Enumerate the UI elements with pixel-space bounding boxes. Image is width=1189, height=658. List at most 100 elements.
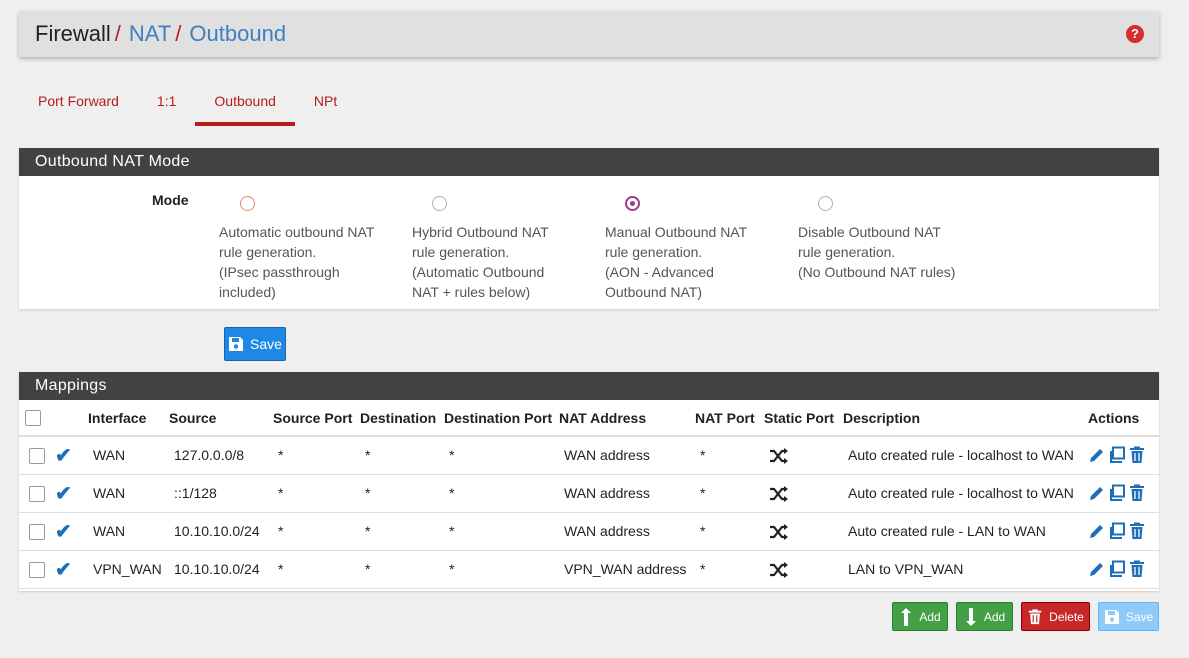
edit-pencil-icon[interactable] <box>1088 484 1106 502</box>
save-mappings-label: Save <box>1125 609 1154 624</box>
mode-text-line: NAT + rules below) <box>412 284 531 300</box>
tab-one-to-one[interactable]: 1:1 <box>138 84 195 126</box>
mode-text-line: (No Outbound NAT rules) <box>798 264 956 280</box>
delete-button[interactable]: Delete <box>1021 602 1090 631</box>
mappings-panel-title: Mappings <box>19 372 1159 400</box>
shuffle-icon <box>770 523 788 540</box>
row-actions <box>1088 446 1146 464</box>
trash-icon[interactable] <box>1128 484 1146 502</box>
mode-text-automatic: Automatic outbound NAT rule generation. … <box>219 222 399 302</box>
mode-radio-automatic[interactable] <box>240 196 255 211</box>
edit-pencil-icon[interactable] <box>1088 560 1106 578</box>
col-static-port: Static Port <box>764 400 843 437</box>
save-mappings-button[interactable]: Save <box>1098 602 1159 631</box>
breadcrumb-nat-link[interactable]: NAT <box>129 21 171 46</box>
mode-text-line: Disable Outbound NAT <box>798 224 941 240</box>
tab-outbound[interactable]: Outbound <box>195 84 295 126</box>
table-header-row: Interface Source Source Port Destination… <box>19 400 1159 437</box>
mode-text-line: Outbound NAT) <box>605 284 703 300</box>
save-mode-button[interactable]: Save <box>224 327 286 361</box>
shuffle-icon <box>770 561 788 578</box>
mappings-panel: Mappings Interface Source Source Port De… <box>19 372 1159 591</box>
cell-destination-port: * <box>444 474 559 513</box>
col-nat-address: NAT Address <box>559 400 695 437</box>
copy-icon[interactable] <box>1108 560 1126 578</box>
outbound-nat-mode-panel: Outbound NAT Mode Mode Automatic outboun… <box>19 148 1159 309</box>
save-mode-label: Save <box>250 336 282 352</box>
row-checkbox[interactable] <box>29 447 45 464</box>
cell-source-port: * <box>273 550 360 589</box>
cell-destination: * <box>360 512 444 551</box>
mode-radio-disable[interactable] <box>818 196 833 211</box>
table-row[interactable]: ✔ WAN 10.10.10.0/24 * * * WAN address * … <box>19 512 1159 551</box>
add-top-label: Add <box>919 609 941 624</box>
cell-source: 10.10.10.0/24 <box>169 512 273 551</box>
cell-nat-port: * <box>695 512 764 551</box>
select-all-checkbox[interactable] <box>25 410 41 427</box>
cell-source: 127.0.0.0/8 <box>169 436 273 475</box>
cell-destination: * <box>360 550 444 589</box>
trash-icon[interactable] <box>1128 522 1146 540</box>
copy-icon[interactable] <box>1108 522 1126 540</box>
cell-description: Auto created rule - LAN to WAN <box>843 512 1088 551</box>
breadcrumb-separator: / <box>175 21 182 46</box>
edit-pencil-icon[interactable] <box>1088 522 1106 540</box>
cell-source-port: * <box>273 436 360 475</box>
enabled-check-icon[interactable]: ✔ <box>55 483 72 505</box>
cell-nat-address: WAN address <box>559 512 695 551</box>
mode-text-manual: Manual Outbound NAT rule generation. (AO… <box>605 222 785 302</box>
cell-interface: WAN <box>88 436 169 475</box>
col-destination-port: Destination Port <box>444 400 559 437</box>
add-bottom-label: Add <box>983 609 1006 624</box>
mode-label: Mode <box>152 192 189 208</box>
row-checkbox[interactable] <box>29 523 45 540</box>
row-actions <box>1088 560 1146 578</box>
copy-icon[interactable] <box>1108 484 1126 502</box>
mode-text-line: rule generation. <box>219 244 317 260</box>
mode-panel-title: Outbound NAT Mode <box>19 148 1159 176</box>
help-icon[interactable]: ? <box>1126 25 1144 43</box>
shuffle-icon <box>770 447 788 464</box>
arrow-up-icon <box>901 607 912 626</box>
breadcrumb-separator: / <box>114 21 121 46</box>
enabled-check-icon[interactable]: ✔ <box>55 445 72 467</box>
table-row[interactable]: ✔ VPN_WAN 10.10.10.0/24 * * * VPN_WAN ad… <box>19 550 1159 589</box>
enabled-check-icon[interactable]: ✔ <box>55 559 72 581</box>
mode-text-line: included) <box>219 284 276 300</box>
add-bottom-button[interactable]: Add <box>956 602 1013 631</box>
trash-icon[interactable] <box>1128 560 1146 578</box>
tab-npt[interactable]: NPt <box>295 84 356 126</box>
mode-text-line: (Automatic Outbound <box>412 264 545 280</box>
row-checkbox[interactable] <box>29 561 45 578</box>
mode-text-line: Automatic outbound NAT <box>219 224 375 240</box>
cell-interface: WAN <box>88 474 169 513</box>
cell-interface: VPN_WAN <box>88 550 169 589</box>
mode-text-line: rule generation. <box>605 244 703 260</box>
mode-radio-manual[interactable] <box>625 196 640 211</box>
copy-icon[interactable] <box>1108 446 1126 464</box>
table-row[interactable]: ✔ WAN 127.0.0.0/8 * * * WAN address * Au… <box>19 436 1159 475</box>
breadcrumb-firewall: Firewall <box>35 21 111 46</box>
trash-icon[interactable] <box>1128 446 1146 464</box>
breadcrumb: Firewall / NAT / Outbound <box>35 22 286 46</box>
row-actions <box>1088 484 1146 502</box>
mode-radio-hybrid[interactable] <box>432 196 447 211</box>
cell-nat-port: * <box>695 436 764 475</box>
breadcrumb-bar: Firewall / NAT / Outbound ? <box>19 11 1159 57</box>
mode-text-hybrid: Hybrid Outbound NAT rule generation. (Au… <box>412 222 592 302</box>
col-interface: Interface <box>88 400 169 437</box>
mode-text-disable: Disable Outbound NAT rule generation. (N… <box>798 222 998 282</box>
cell-nat-address: VPN_WAN address <box>559 550 695 589</box>
cell-nat-port: * <box>695 474 764 513</box>
save-icon <box>229 337 244 351</box>
add-top-button[interactable]: Add <box>892 602 948 631</box>
col-actions: Actions <box>1088 400 1159 437</box>
col-description: Description <box>843 400 1088 437</box>
row-checkbox[interactable] <box>29 485 45 502</box>
tab-port-forward[interactable]: Port Forward <box>19 84 138 126</box>
edit-pencil-icon[interactable] <box>1088 446 1106 464</box>
table-row[interactable]: ✔ WAN ::1/128 * * * WAN address * Auto c… <box>19 474 1159 513</box>
enabled-check-icon[interactable]: ✔ <box>55 521 72 543</box>
breadcrumb-outbound-link[interactable]: Outbound <box>189 21 286 46</box>
arrow-down-icon <box>965 607 976 626</box>
